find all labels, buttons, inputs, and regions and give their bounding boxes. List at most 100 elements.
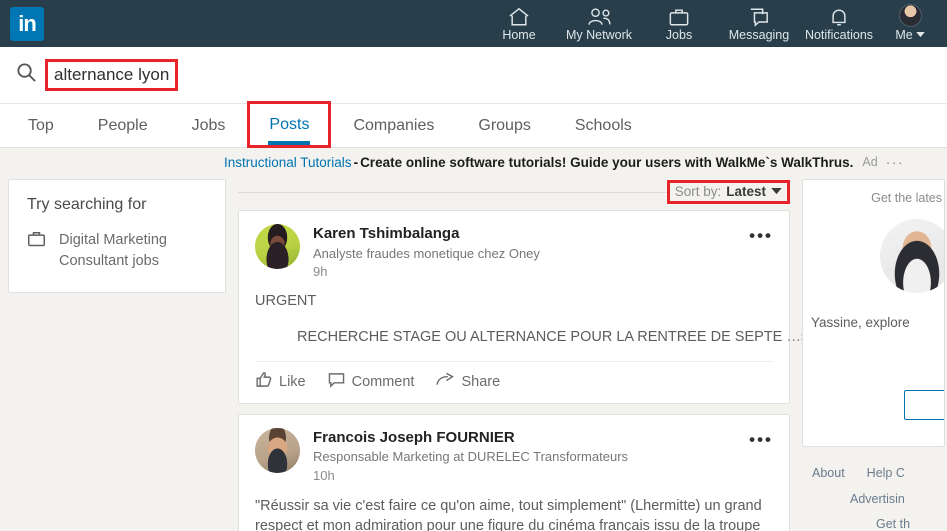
ad-banner-link[interactable]: Instructional Tutorials (224, 155, 352, 170)
ad-banner-text: Create online software tutorials! Guide … (360, 154, 854, 170)
tab-companies-label: Companies (353, 116, 435, 134)
promo-heading: Get the lates (871, 191, 942, 205)
share-icon (436, 372, 455, 393)
tab-groups[interactable]: Groups (456, 104, 552, 147)
share-button-label: Share (461, 374, 501, 390)
nav-item-me[interactable]: Me (879, 0, 941, 47)
sort-by-dropdown[interactable]: Sort by: Latest (666, 180, 790, 204)
footer-link-get-the-app[interactable]: Get th (876, 512, 910, 531)
sort-row: Sort by: Latest (238, 179, 790, 205)
try-searching-card: Try searching for Digital Marketing Cons… (8, 179, 226, 294)
people-icon (586, 5, 612, 27)
sort-divider (238, 191, 667, 193)
nav-item-jobs[interactable]: Jobs (639, 0, 719, 47)
post-body-line2: RECHERCHE STAGE OU ALTERNANCE POUR LA RE… (297, 328, 783, 345)
home-icon (508, 5, 530, 27)
nav-item-notifications[interactable]: Notifications (799, 0, 879, 47)
page-layout: Try searching for Digital Marketing Cons… (0, 176, 947, 531)
search-box[interactable]: alternance lyon (8, 56, 179, 94)
tab-people[interactable]: People (76, 104, 170, 147)
nav-item-home-label: Home (502, 28, 536, 42)
ad-banner-tag: Ad (862, 155, 878, 169)
try-searching-suggestion-label: Digital Marketing Consultant jobs (59, 232, 167, 270)
tab-jobs[interactable]: Jobs (170, 104, 248, 147)
try-searching-suggestion[interactable]: Digital Marketing Consultant jobs (27, 230, 207, 272)
post-body-line1: URGENT (255, 293, 317, 310)
nav-item-my-network[interactable]: My Network (559, 0, 639, 47)
chevron-down-icon (771, 188, 782, 195)
nav-item-me-label: Me (895, 28, 913, 42)
nav-item-my-network-label: My Network (566, 28, 632, 42)
try-searching-title: Try searching for (27, 196, 147, 213)
footer-row: Advertisin (802, 487, 945, 513)
post-author-name[interactable]: Karen Tshimbalanga (313, 224, 540, 244)
tab-posts[interactable]: Posts (247, 101, 332, 148)
post-author-headline: Responsable Marketing at DURELEC Transfo… (313, 449, 629, 464)
footer-link-about[interactable]: About (812, 461, 845, 487)
post-header: Karen Tshimbalanga Analyste fraudes mone… (255, 224, 773, 279)
post-timestamp: 10h (313, 467, 335, 483)
tab-posts-label: Posts (269, 115, 310, 133)
comment-icon (328, 372, 345, 393)
share-button[interactable]: Share (436, 372, 500, 393)
search-filter-tabs: Top People Jobs Posts Companies Groups S… (0, 101, 947, 148)
sort-by-value: Latest (726, 184, 766, 199)
search-input[interactable]: alternance lyon (45, 58, 179, 92)
promo-photo (880, 219, 944, 293)
tab-top[interactable]: Top (6, 104, 76, 147)
post-card: Francois Joseph FOURNIER Responsable Mar… (238, 413, 790, 531)
messaging-icon (748, 5, 770, 27)
tab-jobs-label: Jobs (191, 116, 226, 134)
post-body-line2-row: RECHERCHE STAGE OU ALTERNANCE POUR LA RE… (255, 327, 861, 348)
nav-items: Home My Network Jobs Messaging Notificat… (479, 0, 941, 47)
comment-button-label: Comment (351, 374, 415, 390)
search-results-column: Sort by: Latest Karen Tshimbalanga Analy… (238, 179, 861, 531)
post-card: Karen Tshimbalanga Analyste fraudes mone… (238, 210, 861, 404)
nav-item-notifications-label: Notifications (804, 28, 874, 42)
like-button-label: Like (279, 374, 306, 390)
tab-top-label: Top (28, 116, 54, 134)
post-menu-icon[interactable]: ••• (749, 227, 773, 244)
briefcase-icon (27, 230, 46, 253)
briefcase-icon (668, 5, 690, 27)
footer-row: Get th (802, 512, 945, 531)
promo-text: Yassine, explore (811, 315, 910, 330)
ad-banner-separator: - (353, 154, 359, 170)
like-button[interactable]: Like (255, 371, 306, 393)
post-menu-icon[interactable]: ••• (749, 431, 773, 448)
promo-button[interactable] (904, 390, 944, 420)
post-author-block: Karen Tshimbalanga Analyste fraudes mone… (313, 224, 540, 279)
tab-groups-label: Groups (478, 116, 531, 134)
footer-row: About Help C (802, 461, 945, 487)
top-navigation-bar: in Home My Network Jobs Messaging Notifi… (0, 0, 947, 47)
post-author-name[interactable]: Francois Joseph FOURNIER (313, 428, 628, 448)
bell-icon (828, 5, 850, 27)
post-header: Francois Joseph FOURNIER Responsable Mar… (255, 427, 773, 483)
search-icon (16, 62, 37, 88)
search-bar-row: alternance lyon (0, 47, 947, 104)
post-body: "Réussir sa vie c'est faire ce qu'on aim… (255, 497, 762, 531)
footer-link-help-center[interactable]: Help C (867, 461, 905, 487)
tab-people-label: People (97, 116, 148, 134)
tab-schools[interactable]: Schools (553, 104, 654, 147)
footer-links: About Help C Advertisin Get th (802, 461, 945, 531)
comment-button[interactable]: Comment (328, 372, 415, 393)
linkedin-logo[interactable]: in (10, 6, 44, 41)
ad-banner-menu-icon[interactable]: ··· (886, 154, 905, 170)
promo-ad-card: Get the lates Yassine, explore (802, 179, 945, 447)
avatar[interactable] (255, 427, 300, 473)
nav-item-messaging[interactable]: Messaging (719, 0, 799, 47)
tab-companies[interactable]: Companies (331, 104, 456, 147)
nav-item-messaging-label: Messaging (728, 28, 790, 42)
post-author-block: Francois Joseph FOURNIER Responsable Mar… (313, 428, 628, 483)
footer-link-advertising[interactable]: Advertisin (850, 487, 905, 513)
nav-item-home[interactable]: Home (479, 0, 559, 47)
ad-banner: Instructional Tutorials - Create online … (0, 148, 947, 176)
post-author-headline: Analyste fraudes monetique chez Oney (313, 245, 540, 261)
sort-by-label: Sort by: (674, 184, 722, 199)
post-action-bar: Like Comment Share (255, 360, 773, 403)
avatar-icon (898, 4, 922, 27)
right-sidebar: Get the lates Yassine, explore About Hel… (802, 179, 945, 531)
left-sidebar: Try searching for Digital Marketing Cons… (8, 179, 226, 294)
avatar[interactable] (255, 224, 300, 269)
